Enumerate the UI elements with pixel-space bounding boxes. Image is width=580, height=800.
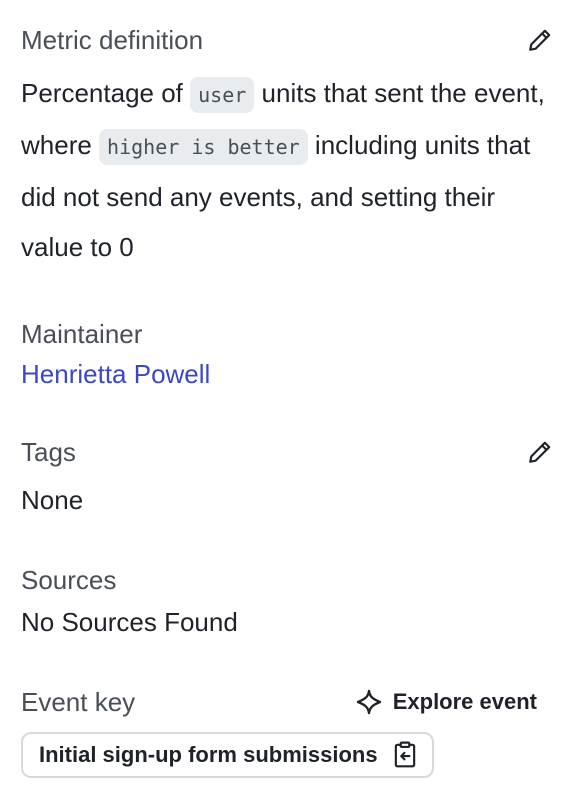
sparkle-icon (356, 689, 381, 715)
unit-type-code: user (190, 77, 255, 113)
tags-title: Tags (21, 436, 76, 467)
metric-definition-header: Metric definition (21, 22, 551, 58)
metric-details-panel: Metric definition Percentage of user uni… (21, 22, 551, 778)
sources-value: No Sources Found (21, 607, 238, 637)
explore-event-label: Explore event (392, 689, 537, 714)
pencil-icon (529, 29, 551, 51)
tags-section: Tags None (21, 434, 551, 516)
maintainer-title: Maintainer (21, 318, 143, 349)
sources-title: Sources (21, 564, 117, 595)
maintainer-header: Maintainer (21, 316, 551, 352)
tags-header: Tags (21, 434, 551, 470)
edit-tags-button[interactable] (525, 437, 555, 467)
maintainer-link[interactable]: Henrietta Powell (21, 359, 210, 389)
event-key-section: Event key Explore event Initial sign-up … (21, 684, 551, 778)
pencil-icon (529, 441, 551, 463)
tags-value: None (21, 485, 84, 515)
definition-text-part: Percentage of (21, 78, 191, 108)
sources-header: Sources (21, 562, 551, 598)
event-key-title: Event key (21, 686, 136, 717)
metric-definition-title: Metric definition (21, 24, 204, 55)
direction-code: higher is better (99, 129, 308, 165)
edit-definition-button[interactable] (525, 25, 555, 55)
event-key-header: Event key Explore event (21, 684, 551, 720)
sources-section: Sources No Sources Found (21, 562, 551, 638)
event-key-value: Initial sign-up form submissions (39, 742, 378, 767)
explore-event-button[interactable]: Explore event (355, 688, 537, 716)
maintainer-section: Maintainer Henrietta Powell (21, 316, 551, 390)
event-key-copy-chip[interactable]: Initial sign-up form submissions (21, 732, 434, 778)
metric-definition-text: Percentage of user units that sent the e… (21, 68, 551, 272)
clipboard-copy-icon (394, 741, 415, 768)
